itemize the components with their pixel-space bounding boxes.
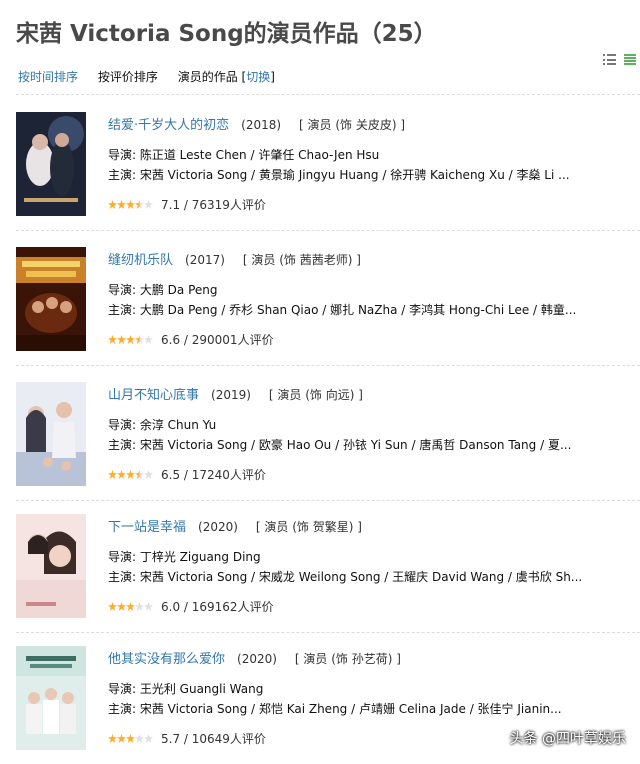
movie-role: [ 演员 (饰 贺繁星) ] (255, 520, 362, 534)
star-icon (144, 470, 153, 479)
movie-title-link[interactable]: 下一站是幸福 (108, 520, 186, 535)
movie-poster[interactable] (16, 112, 86, 216)
movie-poster[interactable] (16, 646, 86, 750)
star-icon (126, 734, 135, 743)
movie-item: 山月不知心底事 (2019) [ 演员 (饰 向远) ] 导演: 余淳 Chun Y… (16, 366, 640, 501)
star-icon (117, 734, 126, 743)
rating-stars (108, 200, 153, 209)
movie-item: 结爱·千岁大人的初恋 (2018) [ 演员 (饰 关皮皮) ] 导演: 陈正道 L… (16, 96, 640, 231)
rating-text: 6.6 / 290001人评价 (161, 333, 274, 347)
role-filter: 演员的作品 [切换] (178, 70, 275, 84)
star-icon (108, 335, 117, 344)
movie-role: [ 演员 (饰 孙艺荷) ] (294, 652, 401, 666)
rating-stars (108, 335, 153, 344)
watermark: 头条 @四叶草娱乐 (509, 731, 626, 747)
movie-year: (2017) (185, 253, 225, 267)
star-icon (117, 335, 126, 344)
star-icon (117, 200, 126, 209)
sort-by-rating-link[interactable]: 按评价排序 (98, 70, 158, 84)
movie-cast: 主演: 宋茜 Victoria Song / 黄景瑜 Jingyu Huang … (108, 168, 570, 182)
movie-poster[interactable] (16, 382, 86, 486)
movie-item: 下一站是幸福 (2020) [ 演员 (饰 贺繁星) ] 导演: 丁梓光 Zigua… (16, 498, 640, 633)
sort-bar: 按时间排序 按评价排序 演员的作品 [切换] (18, 68, 275, 85)
star-icon (144, 602, 153, 611)
movie-role: [ 演员 (饰 茜茜老师) ] (242, 253, 361, 267)
switch-role-link[interactable]: 切换 (246, 70, 270, 84)
star-icon (126, 470, 135, 479)
star-icon (108, 470, 117, 479)
movie-year: (2020) (198, 520, 238, 534)
star-icon (135, 734, 144, 743)
movie-title-link[interactable]: 缝纫机乐队 (108, 253, 173, 268)
grid-view-icon[interactable] (624, 54, 636, 65)
star-icon (135, 602, 144, 611)
star-icon (144, 335, 153, 344)
movie-cast: 主演: 大鹏 Da Peng / 乔杉 Shan Qiao / 娜扎 NaZha… (108, 303, 577, 317)
movie-cast: 主演: 宋茜 Victoria Song / 郑恺 Kai Zheng / 卢靖… (108, 702, 562, 716)
sort-by-time-link[interactable]: 按时间排序 (18, 70, 78, 84)
movie-title-link[interactable]: 他其实没有那么爱你 (108, 652, 225, 667)
divider (16, 94, 640, 95)
rating-stars (108, 734, 153, 743)
star-icon (144, 200, 153, 209)
list-view-icon[interactable] (603, 54, 616, 65)
star-icon (117, 470, 126, 479)
movie-director: 导演: 大鹏 Da Peng (108, 283, 218, 297)
movie-director: 导演: 余淳 Chun Yu (108, 418, 217, 432)
star-icon (135, 335, 144, 344)
movie-year: (2020) (237, 652, 277, 666)
rating-text: 6.5 / 17240人评价 (161, 468, 266, 482)
movie-role: [ 演员 (饰 向远) ] (268, 388, 363, 402)
movie-director: 导演: 丁梓光 Ziguang Ding (108, 550, 261, 564)
role-filter-label: 演员的作品 [ (177, 70, 247, 84)
movie-cast: 主演: 宋茜 Victoria Song / 宋威龙 Weilong Song … (108, 570, 583, 584)
movie-director: 导演: 陈正道 Leste Chen / 许肇任 Chao-Jen Hsu (108, 148, 380, 162)
rating-stars (108, 602, 153, 611)
star-icon (117, 602, 126, 611)
rating-text: 5.7 / 10649人评价 (161, 732, 266, 746)
movie-year: (2019) (211, 388, 251, 402)
rating-stars (108, 470, 153, 479)
movie-poster[interactable] (16, 514, 86, 618)
star-icon (126, 200, 135, 209)
movie-item: 缝纫机乐队 (2017) [ 演员 (饰 茜茜老师) ] 导演: 大鹏 Da Pen… (16, 231, 640, 366)
star-icon (108, 734, 117, 743)
star-icon (126, 602, 135, 611)
star-icon (108, 602, 117, 611)
star-icon (108, 200, 117, 209)
star-icon (135, 470, 144, 479)
page-title: 宋茜 Victoria Song的演员作品（25） (16, 21, 437, 47)
movie-title-link[interactable]: 结爱·千岁大人的初恋 (108, 118, 229, 133)
rating-text: 7.1 / 76319人评价 (161, 198, 266, 212)
movie-director: 导演: 王光利 Guangli Wang (108, 682, 264, 696)
movie-title-link[interactable]: 山月不知心底事 (108, 388, 199, 403)
view-toggle (603, 54, 636, 65)
movie-role: [ 演员 (饰 关皮皮) ] (299, 118, 406, 132)
movie-cast: 主演: 宋茜 Victoria Song / 欧豪 Hao Ou / 孙铱 Yi… (108, 438, 572, 452)
star-icon (126, 335, 135, 344)
star-icon (144, 734, 153, 743)
movie-poster[interactable] (16, 247, 86, 351)
movie-year: (2018) (241, 118, 282, 132)
star-icon (135, 200, 144, 209)
rating-text: 6.0 / 169162人评价 (161, 600, 274, 614)
role-filter-close: ] (270, 70, 275, 84)
